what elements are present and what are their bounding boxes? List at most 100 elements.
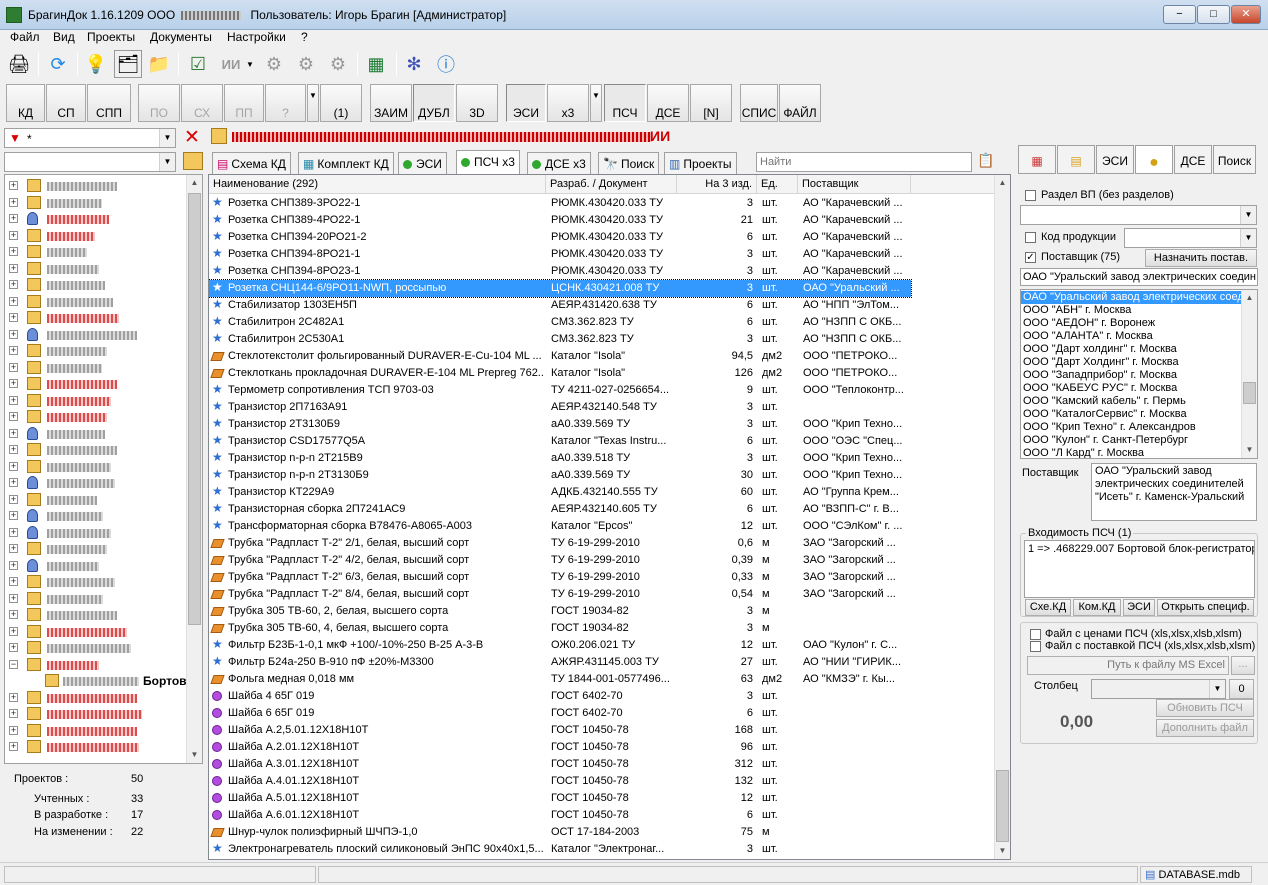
expand-icon[interactable]: +	[9, 247, 18, 256]
settings-gear-icon[interactable]: ✻	[400, 50, 428, 78]
tree-item[interactable]: +	[5, 690, 187, 706]
table-row[interactable]: ★ Розетка СНП394-20РО21-2 РЮМК.430420.033 …	[209, 229, 911, 246]
expand-icon[interactable]: +	[9, 263, 18, 273]
minimize-button[interactable]: −	[1163, 5, 1196, 24]
table-row[interactable]: ★ Стабилитрон 2С530А1 СМ3.362.823 ТУ 3 шт. АО…	[209, 331, 911, 348]
tab-psch[interactable]: ПСЧ x3	[456, 150, 520, 174]
expand-icon[interactable]: +	[9, 593, 18, 603]
menu-projects[interactable]: Проекты	[87, 30, 135, 44]
one-button[interactable]: (1)	[320, 84, 362, 122]
table-row[interactable]: Шайба А.2,5.01.12Х18Н10Т ГОСТ 10450-78 168…	[209, 722, 911, 739]
supplier-list-item[interactable]: ООО "КаталогСервис" г. Москва	[1023, 408, 1187, 421]
tree-item[interactable]: +	[5, 244, 187, 260]
table-row[interactable]: ★ Транзистор n-p-n 2Т3130Б9 аА0.339.569 ТУ…	[209, 467, 911, 484]
expand-icon[interactable]: +	[9, 527, 18, 537]
tree-item[interactable]: +	[5, 261, 187, 277]
expand-icon[interactable]: +	[9, 577, 18, 586]
3d-button[interactable]: 3D	[456, 84, 498, 122]
supplier-list-item[interactable]: ООО "Крип Техно" г. Александров	[1023, 421, 1196, 434]
table-row[interactable]: Шнур-чулок полиэфирный ШЧПЭ-1,0 ОСТ 17-18…	[209, 824, 911, 841]
table-row[interactable]: ★ Розетка СНП394-8РО23-1 РЮМК.430420.033 Т…	[209, 263, 911, 280]
chevron-down-icon[interactable]: ▼	[590, 84, 602, 122]
tab-search[interactable]: 🔭 Поиск	[598, 152, 660, 174]
entry-list[interactable]: 1 => .468229.007 Бортовой блок-регистрат…	[1024, 540, 1255, 598]
scroll-down-icon[interactable]: ▼	[1242, 442, 1257, 458]
table-row[interactable]: ★ Трансформаторная сборка B78476-A8065-A0…	[209, 518, 911, 535]
tree-item[interactable]: +	[5, 376, 187, 392]
expand-icon[interactable]: +	[9, 478, 18, 487]
project-tree[interactable]: + + + + + + + + + + + + + + + + + + + + + + + + + + + + + − Бортов + + + +	[4, 174, 203, 764]
esi-button[interactable]: ЭСИ	[506, 84, 546, 122]
update-psch-button[interactable]: Обновить ПСЧ	[1156, 699, 1254, 717]
gears-down-icon[interactable]: ⚙	[324, 50, 352, 78]
tree-item[interactable]: +	[5, 228, 187, 244]
product-code-combo[interactable]: ▼	[1124, 228, 1257, 248]
tree-item[interactable]: +	[5, 459, 187, 475]
dse-button[interactable]: ДСЕ	[647, 84, 689, 122]
expand-icon[interactable]: +	[9, 362, 18, 372]
tree-item[interactable]: +	[5, 723, 187, 739]
table-row[interactable]: Стеклоткань прокладочная DURAVER-E-104 M…	[209, 365, 911, 382]
expand-icon[interactable]: +	[9, 230, 18, 240]
lightbulb-icon[interactable]: 💡	[82, 50, 110, 78]
close-button[interactable]: ✕	[1231, 5, 1261, 24]
browse-button[interactable]: ...	[1231, 656, 1255, 675]
section-vp-checkbox[interactable]	[1025, 190, 1036, 201]
checkbox-icon[interactable]: ☑	[184, 50, 212, 78]
psch-grid[interactable]: Наименование (292) Разраб. / Документ На…	[208, 174, 1011, 860]
scroll-up-icon[interactable]: ▲	[995, 175, 1010, 191]
expand-icon[interactable]: +	[9, 742, 18, 751]
tree-item[interactable]: +	[5, 294, 187, 310]
section-combo[interactable]: ▼	[1020, 205, 1257, 225]
table-row[interactable]: ★ Розетка СНП389-4РО22-1 РЮМК.430420.033 Т…	[209, 212, 911, 229]
expand-icon[interactable]: +	[9, 280, 18, 289]
tree-item[interactable]: +	[5, 409, 187, 425]
supplier-field[interactable]: ОАО "Уральский завод электрических соеди…	[1020, 268, 1258, 286]
table-row[interactable]: ★ Стабилизатор 1303ЕН5П АЕЯР.431420.638 ТУ…	[209, 297, 911, 314]
table-row[interactable]: ★ Фильтр Б23Б-1-0,1 мкФ +100/-10%-250 В-2…	[209, 637, 911, 654]
table-row[interactable]: ★ Транзистор CSD17577Q5A Каталог "Texas In…	[209, 433, 911, 450]
tree-item[interactable]: +	[5, 541, 187, 557]
tree-item[interactable]: +	[5, 706, 187, 722]
scroll-thumb[interactable]	[188, 193, 201, 625]
scroll-thumb[interactable]	[1243, 382, 1256, 404]
folder-alert-icon[interactable]: 📁	[145, 50, 173, 78]
assign-supplier-button[interactable]: Назначить постав.	[1145, 249, 1257, 267]
supplier-checkbox[interactable]: ✓	[1025, 252, 1036, 263]
tab-tree-view[interactable]: ▦	[1018, 145, 1056, 174]
tree-scrollbar[interactable]: ▲ ▼	[186, 175, 202, 763]
scroll-up-icon[interactable]: ▲	[1242, 290, 1257, 306]
table-row[interactable]: ★ Фильтр Б24а-250 В-910 пФ ±20%-М3300 АЖЯР…	[209, 654, 911, 671]
print-icon[interactable]: 🖨	[5, 50, 33, 78]
sh-button[interactable]: СХ	[181, 84, 223, 122]
supplier-list-item[interactable]: ООО "Л Кард" г. Москва	[1023, 447, 1144, 458]
spis-button[interactable]: СПИС	[740, 84, 778, 122]
expand-icon[interactable]: +	[9, 610, 18, 619]
chevron-down-icon[interactable]: ▼	[159, 129, 175, 147]
folder-open-icon[interactable]	[183, 152, 203, 170]
collapse-icon[interactable]: −	[9, 659, 18, 669]
supplier-list-item[interactable]: ООО "Дарт холдинг" г. Москва	[1023, 343, 1177, 356]
expand-icon[interactable]: +	[9, 643, 18, 652]
menu-help[interactable]: ?	[301, 30, 308, 44]
dubl-button[interactable]: ДУБЛ	[413, 84, 455, 122]
supplier-list-item[interactable]: ООО "Камский кабель" г. Пермь	[1023, 395, 1186, 408]
tab-dse[interactable]: ДСЕ x3	[527, 152, 591, 174]
tree-item[interactable]: +	[5, 739, 187, 755]
tab-dse-right[interactable]: ДСЕ	[1174, 145, 1212, 174]
expand-icon[interactable]: +	[9, 329, 18, 339]
supplier-list-item[interactable]: ООО "Кулон" г. Санкт-Петербург	[1023, 434, 1188, 447]
excel-export-icon[interactable]: ▦	[362, 50, 390, 78]
scheme-kd-button[interactable]: Схе.КД	[1025, 599, 1071, 616]
menu-documents[interactable]: Документы	[150, 30, 212, 44]
tab-projects[interactable]: ▥ Проекты	[664, 152, 737, 174]
delivery-file-checkbox[interactable]	[1030, 641, 1041, 652]
po-button[interactable]: ПО	[138, 84, 180, 122]
expand-icon[interactable]: +	[9, 313, 18, 322]
table-row[interactable]: Шайба А.4.01.12Х18Н10Т ГОСТ 10450-78 132 шт…	[209, 773, 911, 790]
tab-search-right[interactable]: Поиск	[1213, 145, 1256, 174]
col-document[interactable]: Разраб. / Документ	[546, 175, 677, 194]
expand-icon[interactable]: +	[9, 428, 18, 438]
tree-item[interactable]: +	[5, 277, 187, 293]
tab-kit-kd[interactable]: ▦ Комплект КД	[298, 152, 394, 174]
